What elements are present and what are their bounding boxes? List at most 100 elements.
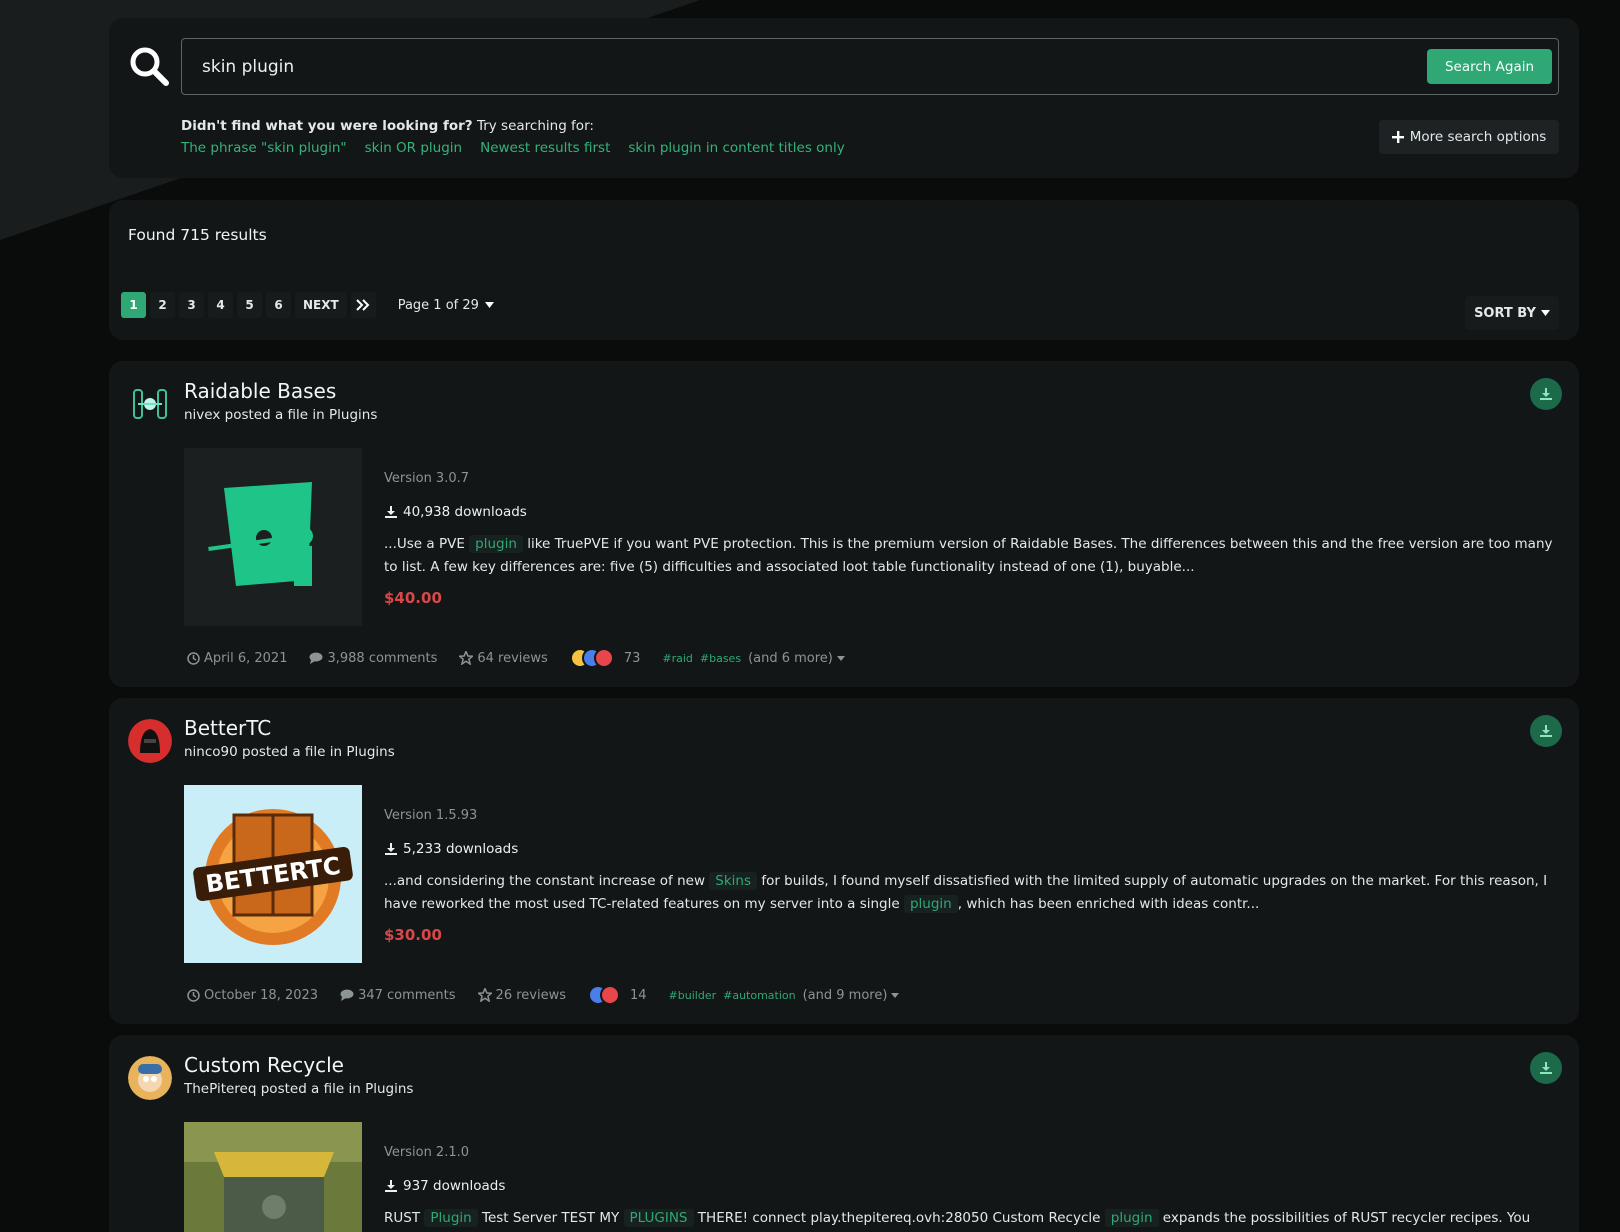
search-panel: Search Again Didn't find what you were l… xyxy=(109,18,1579,178)
star-icon xyxy=(477,988,492,1002)
download-count: 40,938 downloads xyxy=(384,504,527,520)
download-button[interactable] xyxy=(1530,1052,1562,1084)
tag-link[interactable]: #builder xyxy=(669,989,717,1002)
download-icon xyxy=(385,843,397,855)
comment-count-text: 347 comments xyxy=(358,987,456,1003)
more-search-options-button[interactable]: More search options xyxy=(1379,120,1559,154)
result-card: Custom Recycle ThePitereq posted a file … xyxy=(109,1035,1579,1232)
more-tags-toggle[interactable]: (and 6 more) xyxy=(748,651,845,666)
category-link[interactable]: Plugins xyxy=(346,744,394,760)
search-input[interactable] xyxy=(182,39,1382,94)
file-thumbnail[interactable] xyxy=(184,448,362,626)
search-term-highlight: PLUGINS xyxy=(623,1209,694,1227)
tag-list: #raid #bases (and 6 more) xyxy=(662,651,845,666)
tag-link[interactable]: #raid xyxy=(662,652,693,665)
search-term-highlight: Plugin xyxy=(424,1209,478,1227)
page-4-button[interactable]: 4 xyxy=(208,292,233,318)
post-date-text: October 18, 2023 xyxy=(204,987,319,1003)
download-button[interactable] xyxy=(1530,378,1562,410)
last-page-button[interactable] xyxy=(350,292,376,318)
search-again-button[interactable]: Search Again xyxy=(1427,49,1552,84)
file-version: Version 2.1.0 xyxy=(384,1145,470,1160)
more-tags-toggle[interactable]: (and 9 more) xyxy=(803,988,900,1003)
avatar[interactable] xyxy=(128,382,172,426)
page-jump-dropdown[interactable]: Page 1 of 29 xyxy=(398,298,494,313)
post-date-text: April 6, 2021 xyxy=(204,650,288,666)
suggestion-link-or[interactable]: skin OR plugin xyxy=(365,140,463,156)
author-link[interactable]: ninco90 xyxy=(184,744,238,760)
reactions[interactable]: 14 xyxy=(588,985,647,1005)
review-count[interactable]: 26 reviews xyxy=(477,987,566,1003)
download-count-text: 5,233 downloads xyxy=(403,841,519,857)
page-6-button[interactable]: 6 xyxy=(266,292,291,318)
more-search-options-label: More search options xyxy=(1409,129,1547,145)
search-term-highlight: plugin xyxy=(469,535,523,553)
result-title[interactable]: BetterTC xyxy=(184,716,271,740)
comment-icon xyxy=(309,652,323,664)
file-version: Version 3.0.7 xyxy=(384,471,470,486)
next-page-button[interactable]: NEXT xyxy=(295,292,347,318)
review-count-text: 26 reviews xyxy=(495,987,566,1003)
suggestion-prompt-rest: Try searching for: xyxy=(472,118,594,134)
caret-down-icon xyxy=(1540,310,1550,316)
snippet-text: THERE! connect play.thepitereq.ovh:28050… xyxy=(693,1210,1105,1226)
posted-text: posted a file in xyxy=(242,744,343,760)
result-card: BetterTC ninco90 posted a file in Plugin… xyxy=(109,698,1579,1024)
reactions[interactable]: 73 xyxy=(569,648,641,668)
file-version: Version 1.5.93 xyxy=(384,808,478,823)
results-count: Found 715 results xyxy=(128,226,267,244)
result-snippet: ...Use a PVE plugin like TruePVE if you … xyxy=(384,533,1554,579)
page-3-button[interactable]: 3 xyxy=(179,292,204,318)
suggestion-link-phrase[interactable]: The phrase "skin plugin" xyxy=(181,140,347,156)
avatar[interactable] xyxy=(128,719,172,763)
reaction-count: 73 xyxy=(623,650,641,666)
download-icon xyxy=(1540,388,1552,400)
tag-link[interactable]: #automation xyxy=(723,989,796,1002)
author-link[interactable]: ThePitereq xyxy=(184,1081,256,1097)
page-5-button[interactable]: 5 xyxy=(237,292,262,318)
category-link[interactable]: Plugins xyxy=(365,1081,413,1097)
review-count[interactable]: 64 reviews xyxy=(459,650,548,666)
download-icon xyxy=(1540,725,1552,737)
tag-list: #builder #automation (and 9 more) xyxy=(669,988,900,1003)
review-count-text: 64 reviews xyxy=(477,650,548,666)
result-meta: October 18, 2023 347 comments 26 reviews… xyxy=(187,985,900,1005)
double-chevron-right-icon xyxy=(356,299,370,311)
suggestion-link-newest[interactable]: Newest results first xyxy=(480,140,610,156)
page-2-button[interactable]: 2 xyxy=(150,292,175,318)
clock-icon xyxy=(187,988,200,1002)
snippet-text: like TruePVE if you want PVE protection.… xyxy=(384,536,1553,575)
result-byline: ThePitereq posted a file in Plugins xyxy=(184,1081,413,1097)
download-button[interactable] xyxy=(1530,715,1562,747)
clock-icon xyxy=(187,651,200,665)
file-thumbnail[interactable] xyxy=(184,1122,362,1232)
search-icon xyxy=(130,47,169,86)
avatar[interactable] xyxy=(128,1056,172,1100)
heart-reaction-icon xyxy=(600,985,620,1005)
search-term-highlight: plugin xyxy=(1104,1209,1159,1227)
tag-link[interactable]: #bases xyxy=(700,652,741,665)
page-of-label: Page 1 of 29 xyxy=(397,297,479,313)
download-count: 937 downloads xyxy=(384,1178,505,1194)
file-thumbnail[interactable]: BETTERTC xyxy=(184,785,362,963)
suggestion-link-titles-only[interactable]: skin plugin in content titles only xyxy=(628,140,844,156)
result-title[interactable]: Raidable Bases xyxy=(184,379,336,403)
comment-count[interactable]: 3,988 comments xyxy=(309,651,437,666)
search-term-highlight: plugin xyxy=(903,895,958,913)
comment-count[interactable]: 347 comments xyxy=(340,987,456,1003)
heart-reaction-icon xyxy=(593,648,614,668)
download-icon xyxy=(385,506,397,518)
result-meta: April 6, 2021 3,988 comments 64 reviews … xyxy=(187,648,845,668)
author-link[interactable]: nivex xyxy=(184,407,220,423)
page-1-button[interactable]: 1 xyxy=(121,292,146,318)
sort-by-dropdown[interactable]: SORT BY xyxy=(1465,296,1559,330)
result-byline: nivex posted a file in Plugins xyxy=(184,407,377,423)
suggestion-prompt-bold: Didn't find what you were looking for? xyxy=(181,118,473,134)
comment-count-text: 3,988 comments xyxy=(327,650,438,666)
search-term-highlight: Skins xyxy=(709,872,758,890)
result-title[interactable]: Custom Recycle xyxy=(184,1053,344,1077)
category-link[interactable]: Plugins xyxy=(329,407,377,423)
result-card: Raidable Bases nivex posted a file in Pl… xyxy=(109,361,1579,687)
more-tags-label: (and 9 more) xyxy=(802,987,888,1003)
search-box: Search Again xyxy=(181,38,1559,95)
